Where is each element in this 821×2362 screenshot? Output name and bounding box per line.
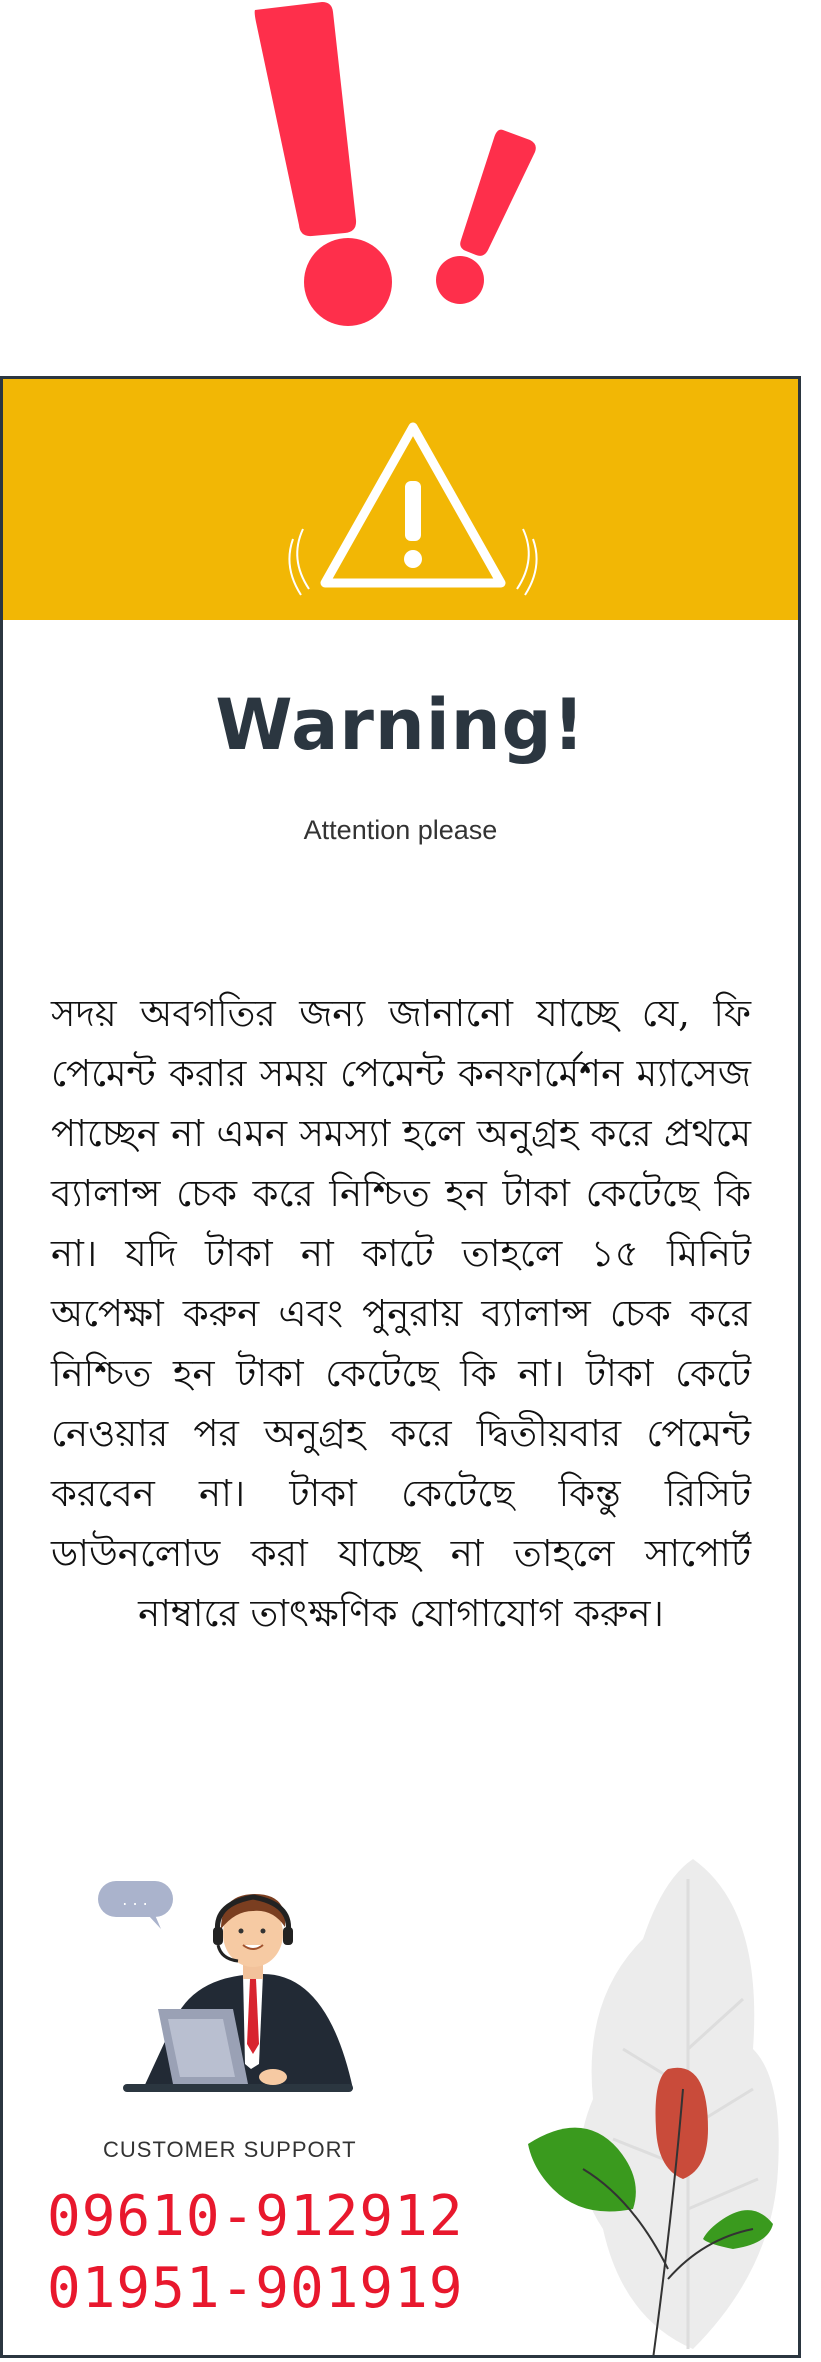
warning-card: Warning! Attention please সদয় অবগতির জন… [0,376,801,2358]
warning-title: Warning! [215,684,586,766]
support-phone-2[interactable]: 01951-901919 [47,2256,464,2321]
customer-support-agent-icon: . . . [98,1881,353,2092]
warning-banner [3,379,798,620]
customer-support-label: CUSTOMER SUPPORT [103,2137,357,2162]
warning-subtitle: Attention please [303,815,498,845]
exclamation-marks-icon [254,2,536,326]
notice-text: সদয় অবগতির জন্য জানানো যাচ্ছে যে, ফি পে… [51,992,751,1635]
support-phone-1[interactable]: 09610-912912 [47,2184,464,2249]
leaf-decoration-icon [528,1859,779,2355]
warning-triangle-icon [288,422,538,596]
chat-bubble-dots: . . . [122,1890,147,1909]
